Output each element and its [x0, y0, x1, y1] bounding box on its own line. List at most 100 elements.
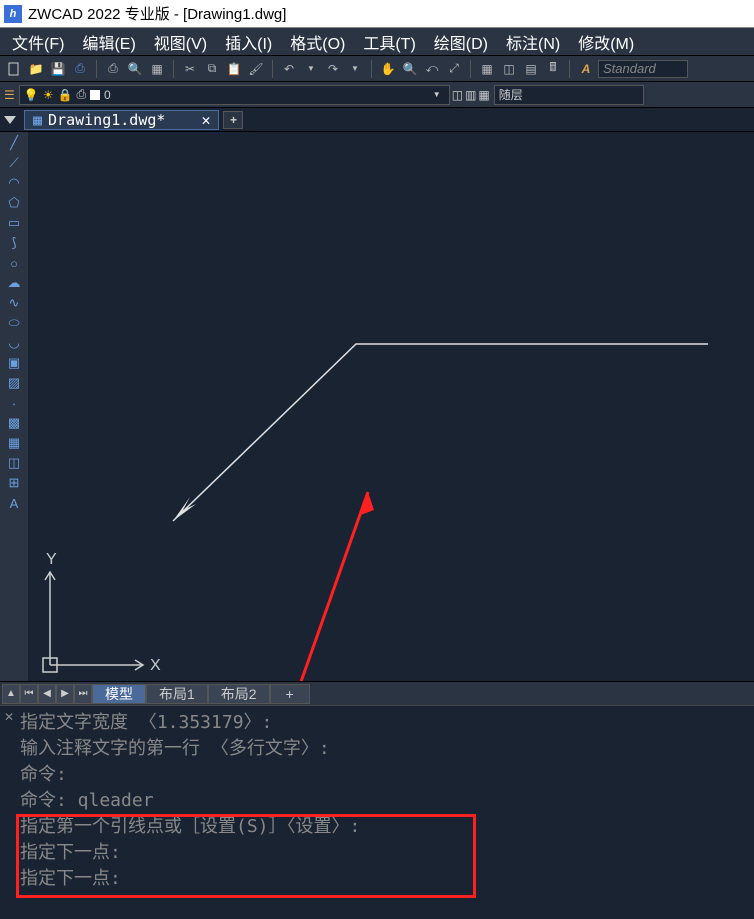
layout2-tab[interactable]: 布局2 [208, 684, 270, 704]
menu-view[interactable]: 视图(V) [146, 28, 215, 56]
save-icon[interactable]: 💾 [48, 59, 68, 79]
hatch-icon[interactable]: ▩ [4, 414, 24, 432]
document-tab-row: ▦ Drawing1.dwg* ✕ + [0, 108, 754, 132]
layout-tab-bar: ▲ ⏮ ◀ ▶ ⏭ 模型 布局1 布局2 + [0, 681, 754, 705]
designcenter-icon[interactable]: ◫ [499, 59, 519, 79]
close-command-panel-icon[interactable]: ✕ [0, 706, 18, 891]
zoom-icon[interactable]: 🔍 [400, 59, 420, 79]
match-icon[interactable]: 🖌 [246, 59, 266, 79]
ucs-y-label: Y [46, 551, 57, 568]
title-bar: h ZWCAD 2022 专业版 - [Drawing1.dwg] [0, 0, 754, 28]
menu-modify[interactable]: 修改(M) [570, 28, 642, 56]
command-line: 输入注释文字的第一行 〈多行文字〉: [20, 736, 752, 762]
mtext-icon[interactable]: A [4, 494, 24, 512]
command-line: 命令: [20, 762, 752, 788]
point-icon[interactable]: ∙ [4, 394, 24, 412]
layer-match-icon[interactable]: ▦ [478, 88, 489, 102]
print-layer-icon: ⎙ [76, 87, 86, 102]
circle-icon[interactable]: ○ [4, 254, 24, 272]
text-style-icon[interactable]: A [576, 59, 596, 79]
tool-palette-icon[interactable]: ▤ [521, 59, 541, 79]
ellipse-arc-icon[interactable]: ◡ [4, 334, 24, 352]
menu-format[interactable]: 格式(O) [282, 28, 353, 56]
menu-draw[interactable]: 绘图(D) [426, 28, 496, 56]
text-style-input[interactable] [598, 60, 688, 78]
rectangle-icon[interactable]: ▭ [4, 214, 24, 232]
print-icon[interactable]: ⎙ [103, 59, 123, 79]
cut-icon[interactable]: ✂ [180, 59, 200, 79]
saveall-icon[interactable]: ⎙ [70, 59, 90, 79]
ucs-x-label: X [150, 657, 161, 674]
properties-icon[interactable]: ▦ [477, 59, 497, 79]
command-line: 指定下一点: [20, 866, 752, 892]
tab-nav-last-icon[interactable]: ⏭ [74, 684, 92, 704]
insert-block-icon[interactable]: ▣ [4, 354, 24, 372]
add-layout-tab[interactable]: + [270, 684, 310, 704]
arc-icon[interactable]: ◠ [4, 174, 24, 192]
redo-dropdown-icon[interactable]: ▼ [345, 59, 365, 79]
lock-icon: 🔒 [57, 88, 72, 102]
app-logo-icon: h [4, 5, 22, 23]
region-icon[interactable]: ◫ [4, 454, 24, 472]
plot-icon[interactable]: ▦ [147, 59, 167, 79]
menu-dimension[interactable]: 标注(N) [498, 28, 568, 56]
bylayer-dropdown[interactable]: 随层 [494, 85, 644, 105]
document-tab-label: Drawing1.dwg* [48, 111, 165, 129]
undo-icon[interactable]: ↶ [279, 59, 299, 79]
command-line: 指定文字宽度 〈1.353179〉: [20, 710, 752, 736]
bylayer-label: 随层 [499, 86, 523, 103]
make-block-icon[interactable]: ▨ [4, 374, 24, 392]
command-line: 指定下一点: [20, 840, 752, 866]
tab-nav-up-icon[interactable]: ▲ [2, 684, 20, 704]
menu-edit[interactable]: 编辑(E) [74, 28, 143, 56]
table-icon[interactable]: ⊞ [4, 474, 24, 492]
document-tab[interactable]: ▦ Drawing1.dwg* ✕ [24, 110, 219, 130]
tab-nav-first-icon[interactable]: ⏮ [20, 684, 38, 704]
spline-icon[interactable]: ∿ [4, 294, 24, 312]
menu-tools[interactable]: 工具(T) [355, 28, 423, 56]
new-tab-button[interactable]: + [223, 111, 243, 129]
layer-dropdown[interactable]: 💡 ☀ 🔒 ⎙ 0 ▼ [19, 85, 450, 105]
close-tab-icon[interactable]: ✕ [201, 111, 210, 129]
revcloud-icon[interactable]: ☁ [4, 274, 24, 292]
dropdown-triangle-icon[interactable] [4, 116, 16, 124]
layer-iso-icon[interactable]: ◫ [452, 88, 463, 102]
command-line: 命令: qleader [20, 788, 752, 814]
command-history[interactable]: 指定文字宽度 〈1.353179〉: 输入注释文字的第一行 〈多行文字〉: 命令… [18, 706, 754, 891]
zoom-prev-icon[interactable]: ⤺ [422, 59, 442, 79]
dwg-icon: ▦ [33, 111, 42, 129]
workspace: ╱ ⟋ ◠ ⬠ ▭ ⟆ ○ ☁ ∿ ⬭ ◡ ▣ ▨ ∙ ▩ ▦ ◫ ⊞ A [0, 132, 754, 681]
layer-prev-icon[interactable]: ▥ [465, 88, 476, 102]
new-icon[interactable] [4, 59, 24, 79]
lightbulb-icon: 💡 [24, 88, 39, 102]
model-tab[interactable]: 模型 [92, 684, 146, 704]
standard-toolbar: 📁 💾 ⎙ ⎙ 🔍 ▦ ✂ ⧉ 📋 🖌 ↶ ▼ ↷ ▼ ✋ 🔍 ⤺ ⤢ ▦ ◫ … [0, 56, 754, 82]
menu-bar: 文件(F) 编辑(E) 视图(V) 插入(I) 格式(O) 工具(T) 绘图(D… [0, 28, 754, 56]
layout1-tab[interactable]: 布局1 [146, 684, 208, 704]
drawing-canvas[interactable]: Y X [28, 132, 754, 681]
ellipse-icon[interactable]: ⬭ [4, 314, 24, 332]
copy-icon[interactable]: ⧉ [202, 59, 222, 79]
paste-icon[interactable]: 📋 [224, 59, 244, 79]
pan-icon[interactable]: ✋ [378, 59, 398, 79]
preview-icon[interactable]: 🔍 [125, 59, 145, 79]
undo-dropdown-icon[interactable]: ▼ [301, 59, 321, 79]
tab-nav-next-icon[interactable]: ▶ [56, 684, 74, 704]
redo-icon[interactable]: ↷ [323, 59, 343, 79]
calculator-icon[interactable]: 🖩 [543, 59, 563, 79]
color-swatch [90, 90, 100, 100]
gradient-icon[interactable]: ▦ [4, 434, 24, 452]
layer-properties-icon[interactable]: ☰ [4, 88, 15, 102]
zoom-ext-icon[interactable]: ⤢ [444, 59, 464, 79]
tab-nav-prev-icon[interactable]: ◀ [38, 684, 56, 704]
menu-insert[interactable]: 插入(I) [217, 28, 280, 56]
menu-file[interactable]: 文件(F) [4, 28, 72, 56]
polygon-icon[interactable]: ⬠ [4, 194, 24, 212]
arc2-icon[interactable]: ⟆ [4, 234, 24, 252]
draw-toolbar: ╱ ⟋ ◠ ⬠ ▭ ⟆ ○ ☁ ∿ ⬭ ◡ ▣ ▨ ∙ ▩ ▦ ◫ ⊞ A [0, 132, 28, 681]
polyline-icon[interactable]: ⟋ [4, 154, 24, 172]
window-title: ZWCAD 2022 专业版 - [Drawing1.dwg] [28, 3, 286, 24]
line-icon[interactable]: ╱ [4, 134, 24, 152]
sun-icon: ☀ [43, 88, 54, 102]
open-icon[interactable]: 📁 [26, 59, 46, 79]
